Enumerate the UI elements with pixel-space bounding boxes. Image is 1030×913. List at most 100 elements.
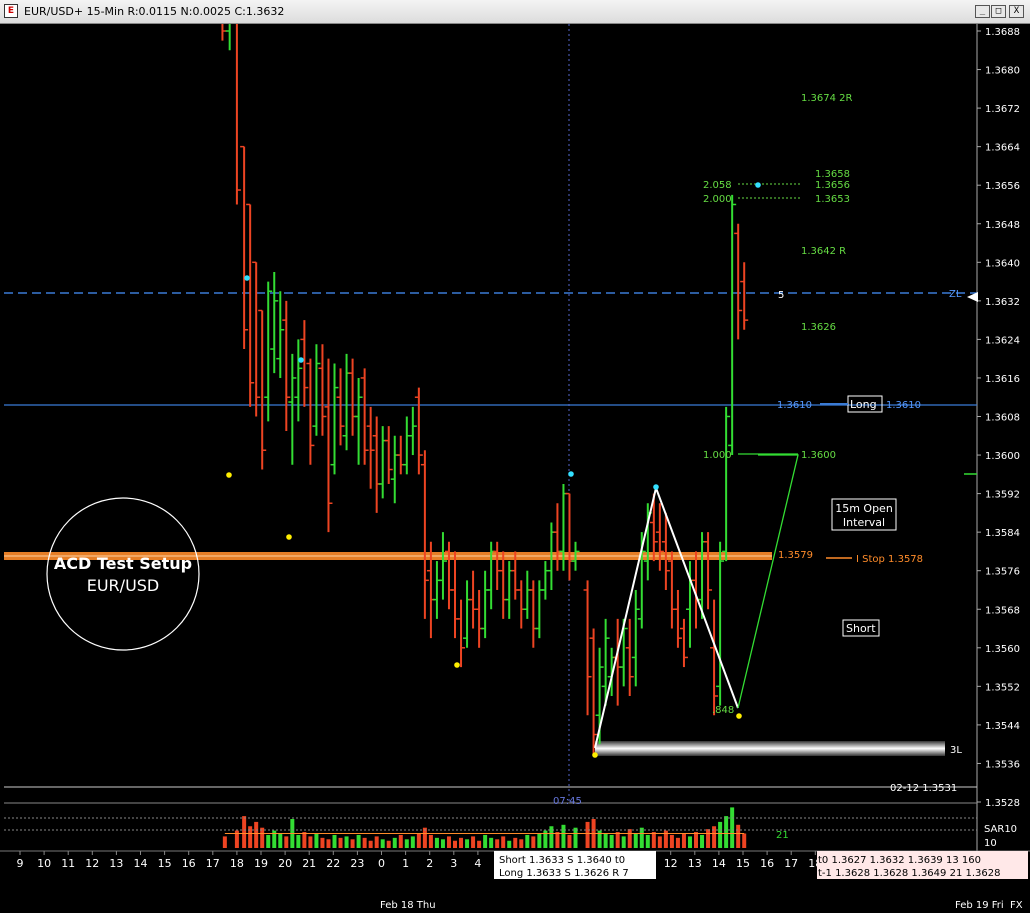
volume-bar [603, 833, 608, 848]
interval-box-line1: 15m Open [835, 502, 893, 515]
price-tick-label: 1.3568 [985, 605, 1020, 616]
fib-2000-label: 2.000 [703, 194, 732, 205]
i-stop-label: I Stop 1.3578 [856, 554, 923, 565]
price-tick-label: 1.3648 [985, 220, 1020, 231]
volume-bar [254, 821, 259, 848]
volume-bar [410, 836, 415, 848]
volume-bar [404, 839, 409, 848]
price-tick-label: 1.3560 [985, 644, 1020, 655]
level-1-3658-label: 1.3658 [815, 169, 850, 180]
volume-10-label: 10 [984, 838, 997, 849]
volume-bar [434, 837, 439, 848]
zl-label: ZL [949, 289, 962, 300]
time-tick-label: 2 [426, 857, 433, 870]
volume-bar [471, 836, 476, 848]
time-tick-label: 18 [230, 857, 244, 870]
time-tick-label: 0 [378, 857, 385, 870]
volume-bar [513, 837, 518, 848]
fib-2058-label: 2.058 [703, 180, 732, 191]
five-label: 5 [778, 290, 784, 301]
volume-bar [742, 833, 747, 848]
price-tick-label: 1.3640 [985, 258, 1020, 269]
time-tick-label: 21 [302, 857, 316, 870]
volume-bar [489, 837, 494, 848]
time-tick-label: 13 [688, 857, 702, 870]
minimize-button[interactable]: _ [975, 5, 990, 18]
previous-low-label: 02-12 1.3531 [890, 783, 957, 794]
time-tick-label: 15 [158, 857, 172, 870]
price-tick-label: 1.3536 [985, 759, 1020, 770]
volume-bar [428, 834, 433, 848]
volume-bar [627, 829, 632, 848]
price-tick-label: 1.3592 [985, 490, 1020, 501]
chart-window: E EUR/USD+ 15-Min R:0.0115 N:0.0025 C:1.… [0, 0, 1030, 913]
swing-low-dot [454, 662, 460, 668]
maximize-button[interactable]: □ [991, 5, 1006, 18]
volume-bar [633, 833, 638, 848]
time-tick-label: 3 [450, 857, 457, 870]
time-tick-label: 12 [664, 857, 678, 870]
volume-bar [687, 836, 692, 848]
level-1-3656-label: 1.3656 [815, 180, 850, 191]
time-tick-label: 16 [760, 857, 774, 870]
volume-bar [326, 839, 331, 848]
level-1-3610-label: 1.3610 [777, 400, 812, 411]
volume-bar [501, 836, 506, 848]
chart-app-icon[interactable]: E [4, 4, 18, 18]
date-label-thu: Feb 18 Thu [380, 900, 436, 911]
three-l-label: 3L [950, 745, 962, 756]
close-button[interactable]: X [1009, 5, 1024, 18]
price-tick-label: 1.3616 [985, 374, 1020, 385]
volume-bar [465, 839, 470, 848]
volume-bar [730, 807, 735, 848]
time-tick-label: 15 [736, 857, 750, 870]
volume-bar [314, 833, 319, 848]
price-tick-label: 1.3680 [985, 66, 1020, 77]
volume-bar [296, 834, 301, 848]
long-box-price: 1.3610 [886, 400, 921, 411]
volume-bar [242, 816, 247, 848]
volume-bar [555, 832, 560, 848]
ohlc-row-t1: t-1 1.3628 1.3628 1.3649 21 1.3628 [818, 868, 1000, 879]
volume-bar [718, 821, 723, 848]
volume-bar [422, 827, 427, 848]
volume-bar [344, 836, 349, 848]
trade-short-row: Short 1.3633 S 1.3640 t0 [499, 855, 625, 866]
setup-title-line2: EUR/USD [87, 576, 160, 595]
volume-bar [639, 827, 644, 848]
volume-bar [706, 829, 711, 848]
time-tick-label: 14 [134, 857, 148, 870]
price-tick-label: 1.3584 [985, 528, 1020, 539]
volume-bar [525, 834, 530, 848]
volume-bar [531, 836, 536, 848]
volume-21-label: 21 [776, 830, 789, 841]
chart-background [0, 24, 1030, 913]
price-chart[interactable]: 1.3688 1.3680 1.3672 1.3664 1.3656 1.3648 1.36… [0, 24, 1030, 913]
swing-low-dot [592, 752, 598, 758]
volume-bar [416, 833, 421, 848]
level-1-3626-label: 1.3626 [801, 322, 836, 333]
time-tick-label: 16 [182, 857, 196, 870]
volume-bar [483, 834, 488, 848]
volume-bar [278, 833, 283, 848]
time-tick-label: 17 [784, 857, 798, 870]
fib-1000-label: 1.000 [703, 450, 732, 461]
volume-bar [446, 836, 451, 848]
price-tick-label: 1.3528 [985, 798, 1020, 809]
volume-bar [386, 840, 391, 848]
volume-bar [651, 832, 656, 848]
time-tick-label: 12 [85, 857, 99, 870]
volume-bar [507, 840, 512, 848]
volume-bar [736, 824, 741, 848]
volume-bar [222, 836, 227, 848]
swing-low-dot [286, 534, 292, 540]
volume-bar [284, 836, 289, 848]
crosshair-time-label: 07:45 [553, 796, 582, 807]
window-title: EUR/USD+ 15-Min R:0.0115 N:0.0025 C:1.36… [24, 5, 285, 18]
time-tick-label: 19 [254, 857, 268, 870]
volume-bar [537, 833, 542, 848]
volume-bar [724, 816, 729, 848]
level-1-3653-label: 1.3653 [815, 194, 850, 205]
title-bar[interactable]: E EUR/USD+ 15-Min R:0.0115 N:0.0025 C:1.… [0, 0, 1030, 24]
price-tick-label: 1.3608 [985, 413, 1020, 424]
